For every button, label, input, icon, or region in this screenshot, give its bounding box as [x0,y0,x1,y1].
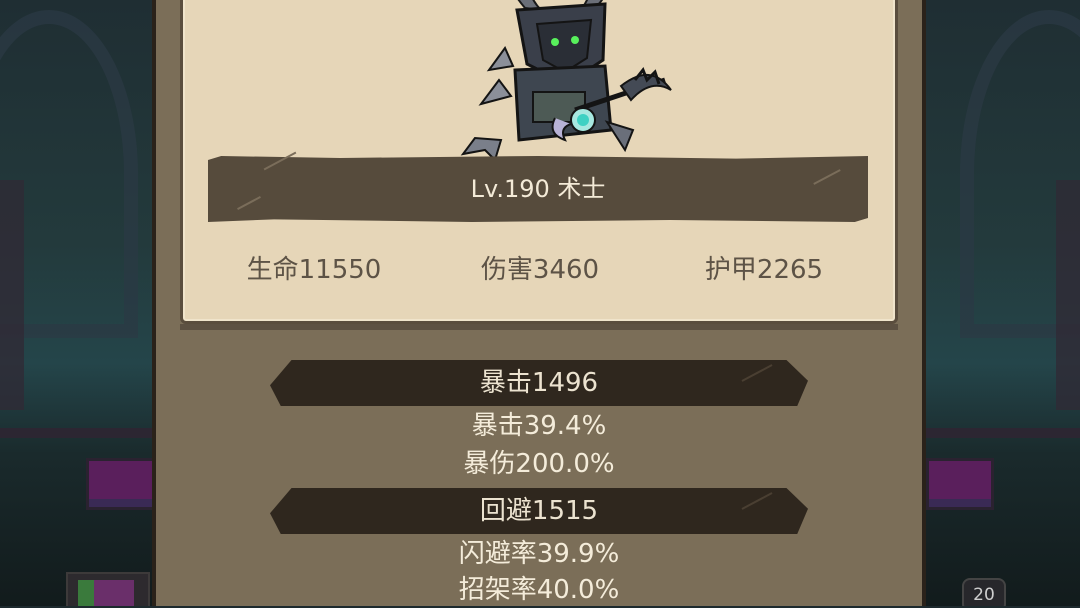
scene-right-side [920,0,1080,606]
character-level-class: Lv.190 术士 [470,175,606,203]
crit-header: 暴击1496 [479,368,599,398]
evasion-header: 回避1515 [479,496,599,526]
parry-rate: 招架率40.0% [458,575,620,605]
stat-damage: 伤害3460 [480,255,600,285]
crit-rate: 暴击39.4% [471,411,607,441]
warlock-portrait-icon [460,0,672,160]
crit-damage: 暴伤200.0% [463,449,615,479]
stat-armor: 护甲2265 [704,255,824,285]
health-bar-right [926,458,994,510]
slot-count-badge: 20 [962,578,1006,606]
health-bar-left [86,458,158,510]
skill-slot-left[interactable] [66,572,150,606]
dodge-rate: 闪避率39.9% [458,539,620,569]
scene-left-side [0,0,160,606]
stat-health: 生命11550 [246,255,382,285]
